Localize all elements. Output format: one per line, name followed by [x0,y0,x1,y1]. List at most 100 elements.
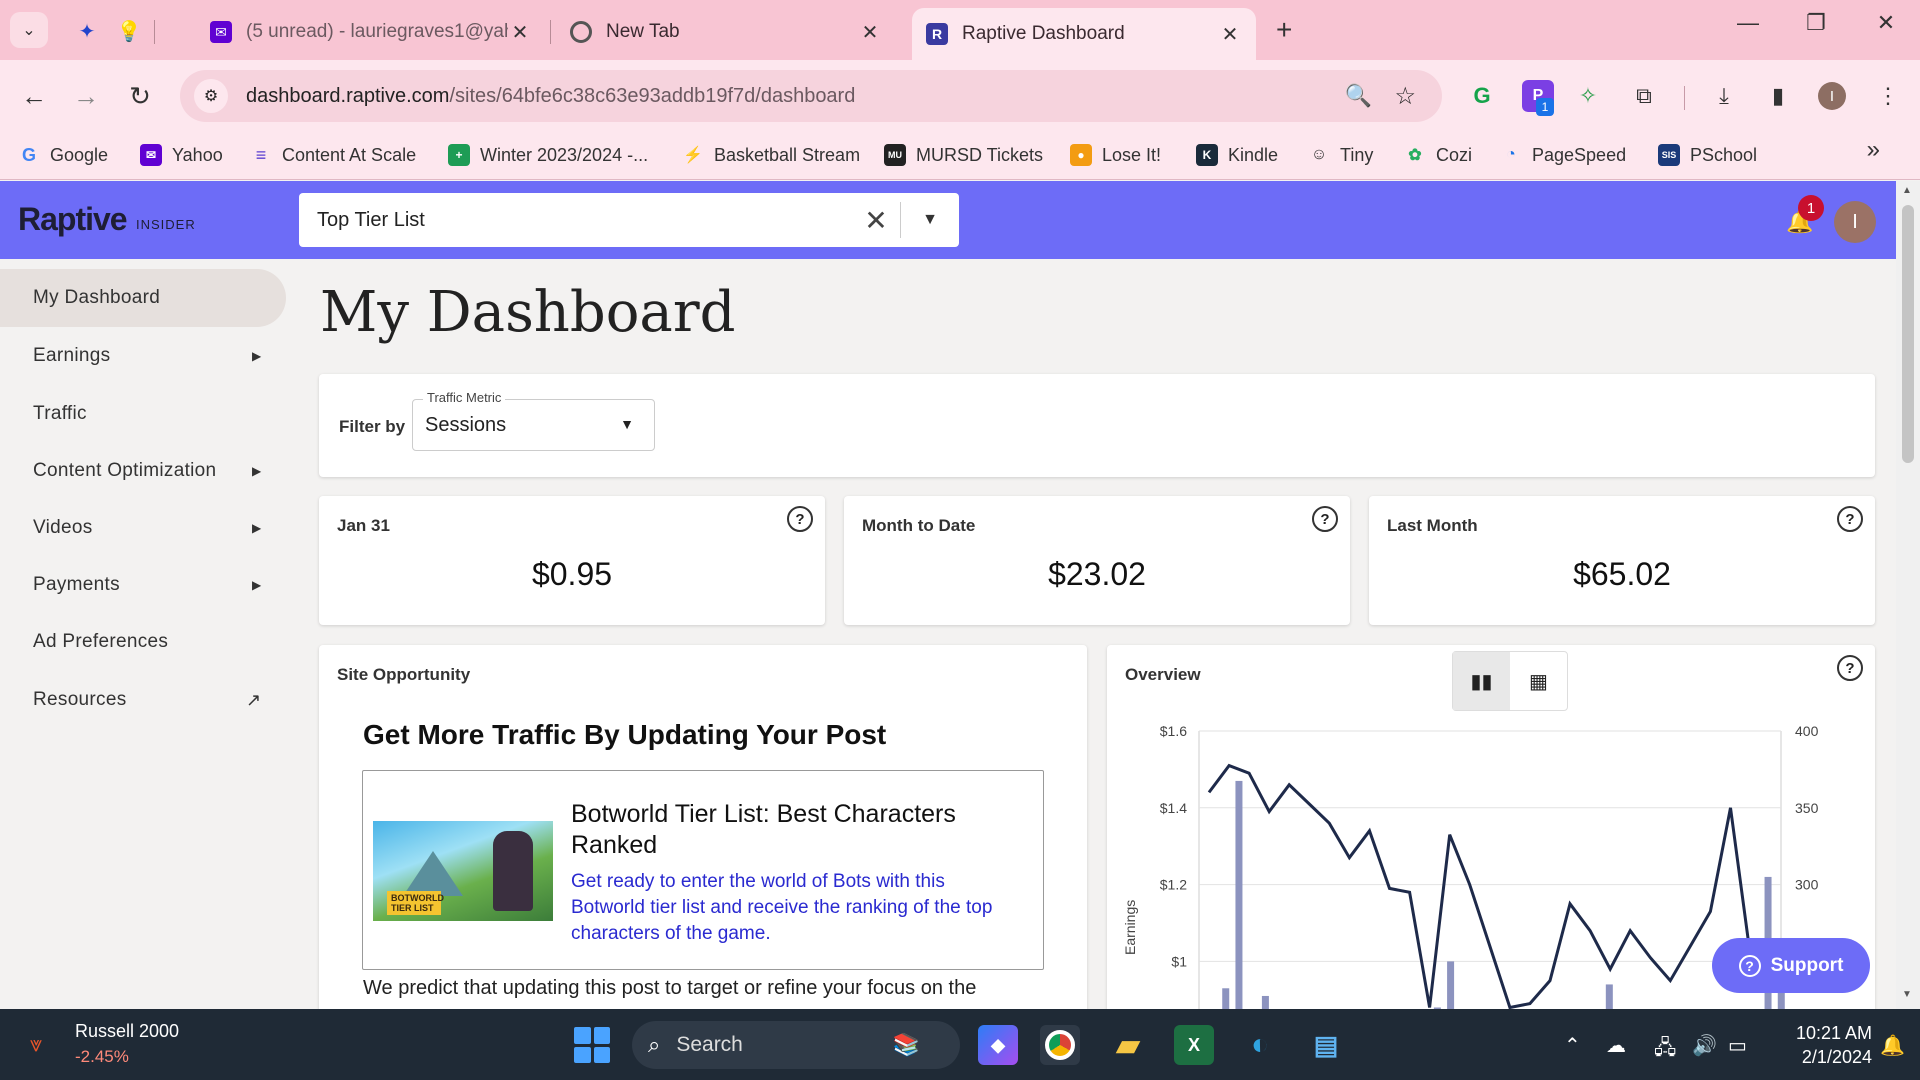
bookmark-pagespeed[interactable]: ◔ PageSpeed [1500,140,1626,170]
bookmark-tiny[interactable]: ☺ Tiny [1308,140,1374,170]
excel-icon[interactable]: X [1174,1025,1214,1065]
download-icon[interactable]: ⤓ [1708,80,1740,112]
bookmark-yahoo[interactable]: ✉ Yahoo [140,140,223,170]
traffic-metric-select[interactable]: Traffic Metric Sessions ▼ [412,390,655,451]
chevron-up-icon[interactable]: ⌃ [1564,1033,1581,1058]
bookmark-lose-it[interactable]: ● Lose It! [1070,140,1161,170]
stat-card-jan-31: Jan 31 ? $0.95 [319,496,825,625]
bookmark-content-at-scale[interactable]: ≡ Content At Scale [250,140,416,170]
mail-icon: ✉ [140,144,162,166]
close-icon[interactable]: ✕ [858,20,882,45]
bookmark-star-icon[interactable]: ☆ [1394,82,1416,111]
bookmark-kindle[interactable]: K Kindle [1196,140,1278,170]
close-window-button[interactable]: ✕ [1866,10,1906,36]
battery-icon[interactable]: ▭ [1728,1033,1747,1058]
kebab-menu-icon[interactable]: ⋮ [1872,80,1904,112]
bookmark-google[interactable]: G Google [18,140,108,170]
user-avatar[interactable]: I [1834,201,1876,243]
sidebar-item-resources[interactable]: Resources ↗ [0,671,286,729]
site-settings-icon[interactable]: ⚙ [194,79,228,113]
filter-card: Filter by Traffic Metric Sessions ▼ [319,374,1875,477]
hummingbird-icon[interactable]: ✧ [1572,80,1604,112]
bar-chart-icon[interactable]: ▮▮ [1453,652,1510,710]
tab-search-button[interactable]: ⌄ [10,12,48,48]
bookmark-winter[interactable]: + Winter 2023/2024 -... [448,140,648,170]
page-scrollbar[interactable]: ▲ ▼ [1896,181,1920,1009]
chart-right-ticks: 400350300250 [1795,723,1819,969]
support-button[interactable]: ? Support [1712,938,1870,993]
chevron-right-icon: ▶ [252,521,262,535]
pinned-tab-2[interactable]: 💡 [112,14,146,48]
ticker-name[interactable]: Russell 2000 [75,1021,179,1042]
scroll-up-icon[interactable]: ▲ [1902,185,1912,196]
tab-yahoo-mail[interactable]: ✉ (5 unread) - lauriegraves1@yah ✕ [196,12,546,52]
filter-label: Filter by [339,417,406,436]
edge-icon[interactable]: ◐ [1240,1025,1280,1065]
bookmark-label: Kindle [1228,144,1279,165]
restore-button[interactable]: ❐ [1796,10,1836,36]
opportunity-post[interactable]: BOTWORLD TIER LIST Botworld Tier List: B… [362,770,1044,970]
side-panel-icon[interactable]: ▮ [1762,80,1794,112]
site-selector[interactable]: Top Tier List ✕ ▼ [299,193,959,247]
file-explorer-icon[interactable]: ▰ [1108,1025,1148,1065]
help-icon[interactable]: ? [1837,506,1863,532]
stock-ticker-icon[interactable]: ⩔ [30,1031,42,1057]
onedrive-icon[interactable]: ☁ [1606,1033,1626,1058]
opportunity-title: Get More Traffic By Updating Your Post [363,719,887,750]
tab-raptive-dashboard[interactable]: R Raptive Dashboard ✕ [912,8,1256,60]
grammarly-icon[interactable]: G [1466,80,1498,112]
pinned-tab-1[interactable]: ✦ [70,14,104,48]
bookmark-basketball-stream[interactable]: ⚡ Basketball Stream [682,140,860,170]
caret-down-icon[interactable]: ▼ [901,211,959,229]
post-title[interactable]: Botworld Tier List: Best Characters Rank… [571,799,1011,861]
zoom-icon[interactable]: 🔍 [1345,83,1372,109]
sidebar-item-my-dashboard[interactable]: My Dashboard [0,269,286,327]
clear-icon[interactable]: ✕ [852,204,900,237]
bookmark-pschool[interactable]: SIS PSchool [1658,140,1757,170]
bookmark-mursd-tickets[interactable]: MU MURSD Tickets [884,140,1043,170]
taskbar-search[interactable]: ⌕ Search 📚 [632,1021,960,1069]
sidebar-item-earnings[interactable]: Earnings ▶ [0,327,286,385]
y-axis-label: Earnings [1122,900,1138,955]
sidebar-item-videos[interactable]: Videos ▶ [0,499,286,557]
notepad-icon[interactable]: ▤ [1306,1025,1346,1065]
minimize-button[interactable]: — [1728,10,1768,36]
network-icon[interactable]: 🖧 [1654,1033,1676,1067]
start-button[interactable] [574,1027,610,1063]
scroll-down-icon[interactable]: ▼ [1902,989,1912,1000]
sidebar-item-payments[interactable]: Payments ▶ [0,556,286,614]
reload-button[interactable]: ↻ [122,78,158,114]
extensions-puzzle-icon[interactable]: ⧉ [1628,80,1660,112]
close-icon[interactable]: ✕ [1218,22,1242,47]
help-icon[interactable]: ? [1837,655,1863,681]
tab-new-tab[interactable]: New Tab ✕ [556,12,896,52]
table-icon[interactable]: ▦ [1510,652,1567,710]
back-button[interactable]: ← [16,78,52,114]
sidebar-item-content-optimization[interactable]: Content Optimization ▶ [0,442,286,500]
minimize-icon: — [1737,10,1759,35]
profile-avatar[interactable]: I [1818,82,1846,110]
system-clock[interactable]: 10:21 AM 2/1/2024 [1772,1021,1872,1069]
bookmarks-overflow-icon[interactable]: » [1867,136,1880,164]
post-description[interactable]: Get ready to enter the world of Bots wit… [571,869,1011,947]
help-icon[interactable]: ? [787,506,813,532]
raptive-logo[interactable]: Raptive [18,201,128,238]
restore-icon: ❐ [1806,10,1826,35]
help-icon[interactable]: ? [1312,506,1338,532]
copilot-icon[interactable]: ◆ [978,1025,1018,1065]
close-icon[interactable]: ✕ [508,20,532,45]
new-tab-button[interactable]: + [1276,14,1292,46]
scroll-thumb[interactable] [1902,205,1914,463]
sidebar-item-traffic[interactable]: Traffic [0,385,286,443]
basketball-icon: ⚡ [683,147,703,164]
volume-icon[interactable]: 🔊 [1692,1033,1717,1058]
notification-bell-icon[interactable]: 🔔 [1880,1033,1905,1058]
chrome-taskbar-icon[interactable] [1040,1025,1080,1065]
cozi-icon: ✿ [1408,147,1422,164]
bookmarks-bar: G Google ✉ Yahoo ≡ Content At Scale + Winter… [0,130,1920,180]
forward-button[interactable]: → [68,78,104,114]
chart-left-ticks: $1.6$1.4$1.2$1$0.8 [1160,723,1187,969]
address-bar[interactable]: ⚙ dashboard.raptive.com/sites/64bfe6c38c… [180,70,1442,122]
sidebar-item-ad-preferences[interactable]: Ad Preferences [0,613,286,671]
bookmark-cozi[interactable]: ✿ Cozi [1404,140,1472,170]
